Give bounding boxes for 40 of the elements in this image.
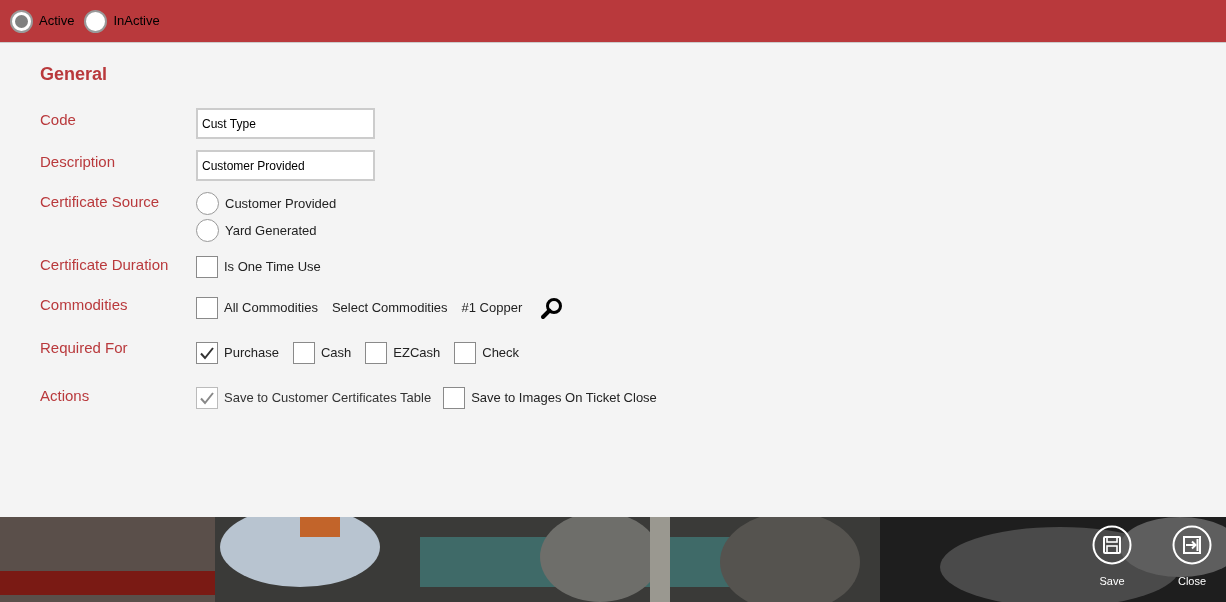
checkbox-label: Is One Time Use [224, 258, 321, 277]
radio-button[interactable] [84, 9, 108, 33]
radio-button[interactable] [196, 192, 219, 215]
checkbox-label: Save to Customer Certificates Table [224, 389, 432, 408]
radio-label: InActive [113, 12, 160, 31]
field-label: Required For [40, 338, 129, 358]
checkbox[interactable] [365, 342, 388, 364]
checkbox[interactable] [196, 256, 218, 278]
field-label: Certificate Source [40, 192, 161, 212]
radio-label: Active [39, 12, 75, 31]
field-label: Actions [40, 386, 91, 406]
checkbox-label: Purchase [224, 344, 279, 363]
checkbox[interactable] [196, 342, 218, 364]
radio-label: Yard Generated [225, 221, 317, 240]
checkbox[interactable] [454, 342, 477, 364]
radio-button[interactable] [10, 9, 33, 33]
checkbox[interactable] [292, 342, 315, 364]
section-title: General [40, 63, 109, 86]
checkbox-label: Save to Images On Ticket Close [471, 389, 657, 408]
field-label: Commodities [40, 295, 129, 315]
field-label: Certificate Duration [40, 255, 170, 275]
selected-commodity: #1 Copper [461, 299, 523, 318]
radio-button[interactable] [196, 219, 219, 242]
checkbox-label: EZCash [393, 344, 441, 363]
checkbox-label: Check [482, 344, 520, 363]
field-label: Description [40, 153, 116, 170]
text-field[interactable]: Cust Type [196, 108, 375, 139]
save-icon [1092, 525, 1132, 565]
exit-icon [1172, 525, 1212, 565]
search-icon[interactable] [540, 296, 565, 320]
save-button[interactable]: Save [1086, 525, 1138, 590]
field-label: Code [40, 111, 76, 128]
checkbox-label: All Commodities [224, 299, 318, 318]
select-commodities-label: Select Commodities [331, 299, 448, 318]
radio-label: Customer Provided [225, 194, 337, 213]
text-field[interactable]: Customer Provided [196, 150, 375, 181]
checkbox[interactable] [443, 387, 466, 409]
close-button[interactable]: Close [1166, 525, 1218, 590]
checkbox-label: Cash [320, 344, 352, 363]
checkbox[interactable] [196, 297, 218, 319]
